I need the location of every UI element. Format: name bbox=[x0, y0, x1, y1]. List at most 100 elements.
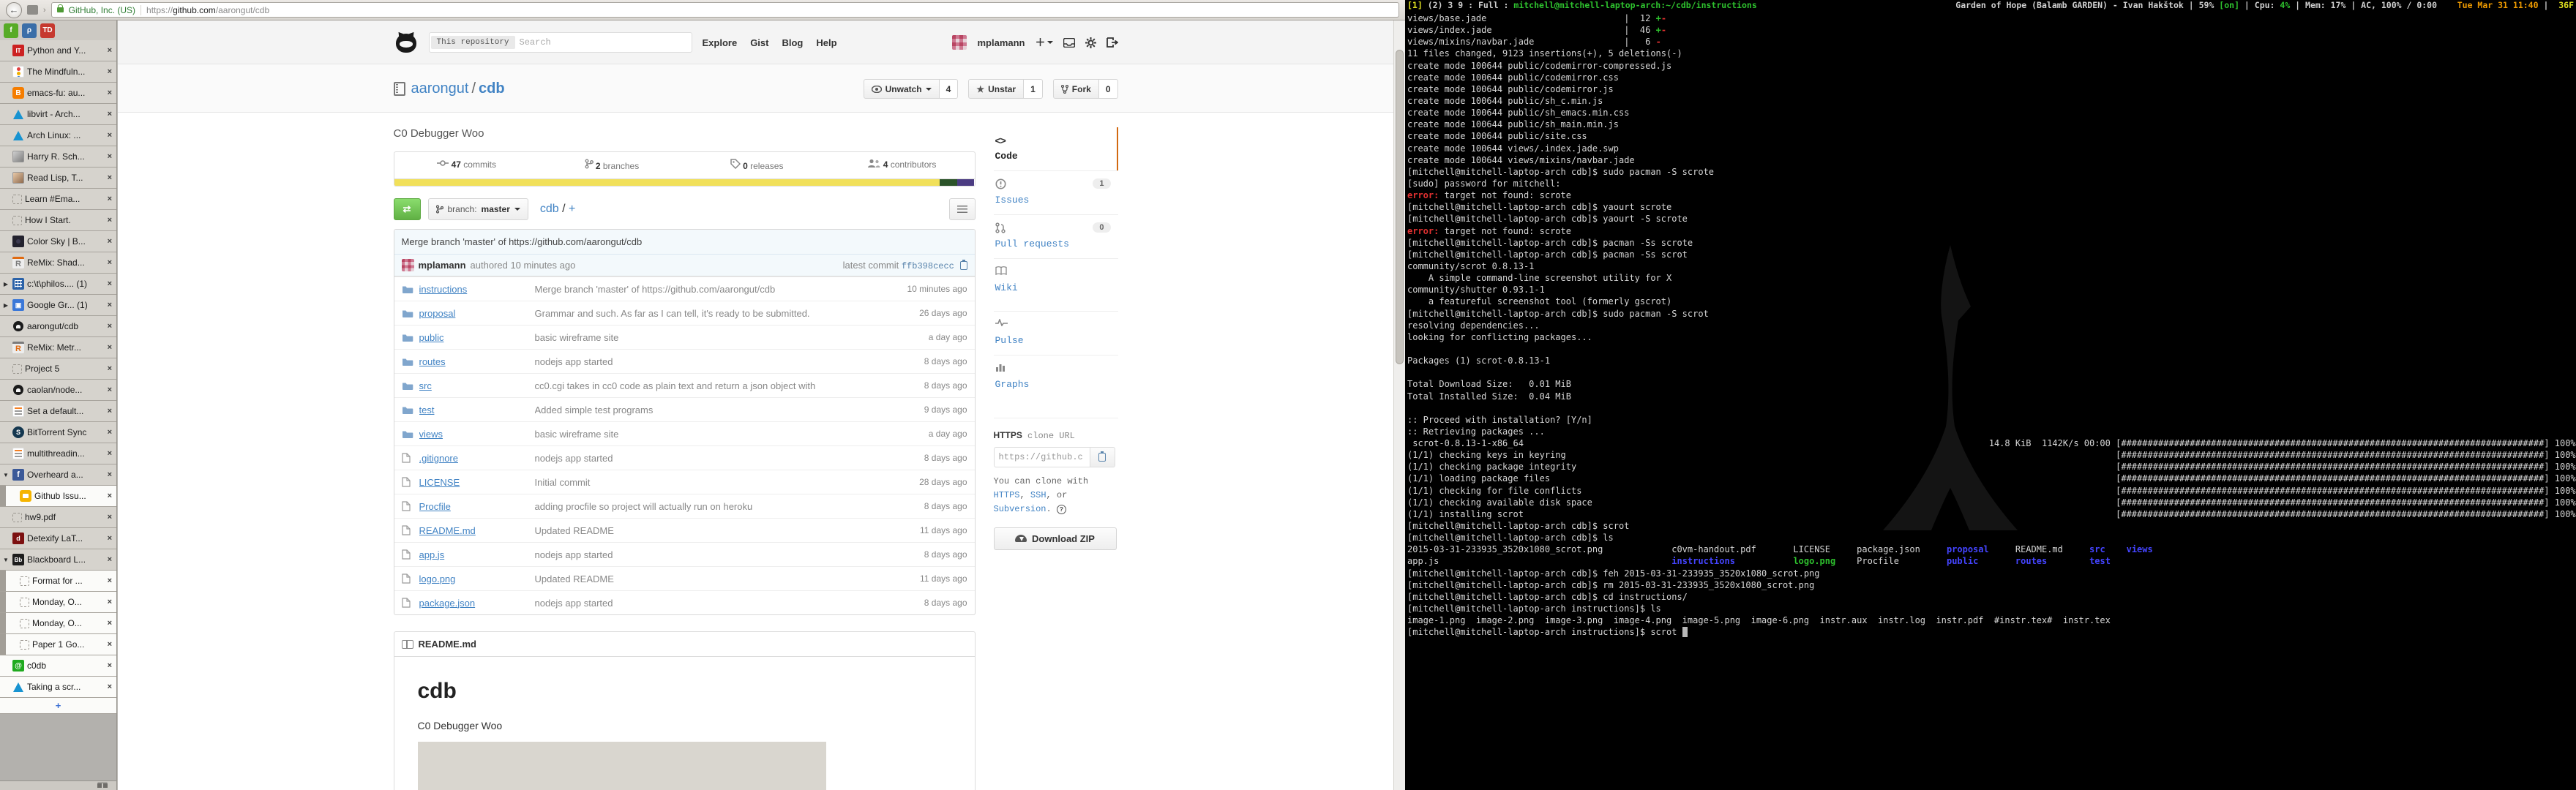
sidebar-tab[interactable]: caolan/node... × bbox=[0, 380, 116, 401]
url-bar[interactable]: GitHub, Inc. (US) https://github.com/aar… bbox=[51, 2, 1399, 18]
file-name-link[interactable]: package.json bbox=[419, 598, 535, 609]
feedly-icon[interactable]: f bbox=[4, 23, 18, 38]
close-tab-icon[interactable]: × bbox=[105, 343, 114, 352]
close-tab-icon[interactable]: × bbox=[105, 322, 114, 331]
breadcrumb-repo-link[interactable]: cdb bbox=[540, 203, 559, 215]
sidebar-tab[interactable]: B emacs-fu: au... × bbox=[0, 83, 116, 104]
sidebar-tab[interactable]: The Mindfuln... × bbox=[0, 61, 116, 83]
stat-branches[interactable]: 2 branches bbox=[539, 152, 684, 178]
close-tab-icon[interactable]: × bbox=[105, 195, 114, 203]
file-name-link[interactable]: routes bbox=[419, 356, 535, 367]
close-tab-icon[interactable]: × bbox=[105, 534, 114, 543]
close-tab-icon[interactable]: × bbox=[105, 640, 114, 649]
close-tab-icon[interactable]: × bbox=[105, 237, 114, 246]
sidebar-tab[interactable]: aarongut/cdb × bbox=[0, 316, 116, 337]
sidebar-tab[interactable]: IT Python and Y... × bbox=[0, 40, 116, 61]
clone-in-desktop-button[interactable]: ⇄ bbox=[394, 198, 421, 220]
stat-releases[interactable]: 0 releases bbox=[684, 152, 829, 178]
file-name-link[interactable]: LICENSE bbox=[419, 477, 535, 488]
tab-expander[interactable]: ▼ bbox=[2, 557, 10, 563]
url-text[interactable]: https://github.com/aarongut/cdb bbox=[146, 5, 269, 15]
sidebar-tab[interactable]: Github Issu... × bbox=[0, 486, 116, 507]
copy-sha-icon[interactable] bbox=[960, 261, 967, 270]
close-tab-icon[interactable]: × bbox=[105, 173, 114, 182]
close-tab-icon[interactable]: × bbox=[105, 492, 114, 500]
nav-link-gist[interactable]: Gist bbox=[750, 37, 768, 48]
commit-message-link[interactable]: nodejs app started bbox=[535, 453, 886, 464]
unstar-button[interactable]: ★ Unstar bbox=[968, 79, 1024, 99]
nav-link-help[interactable]: Help bbox=[816, 37, 836, 48]
tab-expander[interactable]: ▶ bbox=[2, 281, 10, 287]
fork-button[interactable]: Fork bbox=[1053, 79, 1099, 99]
sidebar-tab[interactable]: hw9.pdf × bbox=[0, 507, 116, 528]
sidenav-item-pulse[interactable]: Pulse bbox=[994, 311, 1118, 355]
close-tab-icon[interactable]: × bbox=[105, 364, 114, 373]
sidebar-tab[interactable]: Format for ... × bbox=[0, 571, 116, 592]
sidebar-tab[interactable]: d Detexify LaT... × bbox=[0, 528, 116, 549]
close-tab-icon[interactable]: × bbox=[105, 67, 114, 76]
commit-message-link[interactable]: nodejs app started bbox=[535, 598, 886, 609]
repo-name-link[interactable]: cdb bbox=[479, 80, 505, 97]
close-tab-icon[interactable]: × bbox=[105, 258, 114, 267]
file-name-link[interactable]: proposal bbox=[419, 308, 535, 319]
repo-owner-link[interactable]: aarongut bbox=[411, 80, 469, 97]
watch-count[interactable]: 4 bbox=[940, 79, 959, 99]
commit-message-link[interactable]: nodejs app started bbox=[535, 549, 886, 560]
latest-commit-message[interactable]: Merge branch 'master' of https://github.… bbox=[394, 230, 975, 255]
sidebar-tab[interactable]: How I Start. × bbox=[0, 210, 116, 231]
commit-list-button[interactable] bbox=[949, 198, 976, 220]
sidebar-tab[interactable]: Color Sky | B... × bbox=[0, 231, 116, 252]
close-tab-icon[interactable]: × bbox=[105, 131, 114, 140]
sidebar-tab[interactable]: libvirt - Arch... × bbox=[0, 104, 116, 125]
file-name-link[interactable]: src bbox=[419, 380, 535, 391]
file-name-link[interactable]: instructions bbox=[419, 284, 535, 295]
close-tab-icon[interactable]: × bbox=[105, 216, 114, 225]
clone-url-input[interactable]: https://github.c bbox=[994, 447, 1090, 467]
sidebar-tab[interactable]: S BitTorrent Sync × bbox=[0, 422, 116, 443]
sidebar-tab[interactable]: @ c0db × bbox=[0, 655, 116, 677]
sidenav-item-issues[interactable]: Issues1 bbox=[994, 170, 1118, 214]
download-zip-button[interactable]: Download ZIP bbox=[994, 527, 1117, 550]
commit-author-link[interactable]: mplamann bbox=[419, 260, 466, 271]
sidebar-tab[interactable]: R ReMix: Shad... × bbox=[0, 252, 116, 274]
sidenav-item-wiki[interactable]: Wiki bbox=[994, 258, 1118, 302]
sidebar-tab[interactable]: ▼ Bb Blackboard L... × bbox=[0, 549, 116, 571]
close-tab-icon[interactable]: × bbox=[105, 385, 114, 394]
tab-expander[interactable]: ▶ bbox=[2, 302, 10, 309]
sidebar-tab[interactable]: Monday, O... × bbox=[0, 592, 116, 613]
file-name-link[interactable]: logo.png bbox=[419, 573, 535, 584]
page-scrollbar[interactable] bbox=[1393, 20, 1405, 790]
close-tab-icon[interactable]: × bbox=[105, 661, 114, 670]
sign-out-icon[interactable] bbox=[1107, 37, 1118, 48]
close-tab-icon[interactable]: × bbox=[105, 598, 114, 606]
ssh-link[interactable]: SSH bbox=[1030, 490, 1046, 500]
commit-message-link[interactable]: Updated README bbox=[535, 525, 886, 536]
back-button[interactable]: ← bbox=[6, 2, 22, 18]
file-name-link[interactable]: README.md bbox=[419, 525, 535, 536]
sidebar-tab[interactable]: Harry R. Sch... × bbox=[0, 146, 116, 168]
tab-expander[interactable]: ▼ bbox=[2, 472, 10, 478]
stat-commits[interactable]: 47 commits bbox=[394, 152, 539, 178]
nav-link-explore[interactable]: Explore bbox=[703, 37, 738, 48]
close-tab-icon[interactable]: × bbox=[105, 89, 114, 97]
stat-contributors[interactable]: 4 contributors bbox=[829, 152, 974, 178]
search-input[interactable]: This repository Search bbox=[429, 32, 692, 53]
gear-icon[interactable] bbox=[1085, 37, 1096, 48]
close-tab-icon[interactable]: × bbox=[105, 301, 114, 309]
sidebar-tab[interactable]: Learn #Ema... × bbox=[0, 189, 116, 210]
sidebar-tab[interactable]: ▶ ▣ Google Gr... (1) × bbox=[0, 295, 116, 316]
close-tab-icon[interactable]: × bbox=[105, 46, 114, 55]
new-file-button[interactable]: + bbox=[569, 203, 575, 215]
commit-message-link[interactable]: basic wireframe site bbox=[535, 332, 886, 343]
close-tab-icon[interactable]: × bbox=[105, 470, 114, 479]
close-tab-icon[interactable]: × bbox=[105, 110, 114, 118]
commit-message-link[interactable]: Added simple test programs bbox=[535, 405, 886, 415]
close-tab-icon[interactable]: × bbox=[105, 449, 114, 458]
close-tab-icon[interactable]: × bbox=[105, 428, 114, 437]
sidebar-tab[interactable]: Monday, O... × bbox=[0, 613, 116, 634]
new-tab-button[interactable]: + bbox=[0, 698, 116, 714]
branch-selector[interactable]: branch: master bbox=[428, 198, 528, 220]
file-name-link[interactable]: app.js bbox=[419, 549, 535, 560]
terminal-window[interactable]: [1] (2) 3 9 : Full : mitchell@mitchell-l… bbox=[1405, 0, 2576, 790]
star-count[interactable]: 1 bbox=[1024, 79, 1043, 99]
